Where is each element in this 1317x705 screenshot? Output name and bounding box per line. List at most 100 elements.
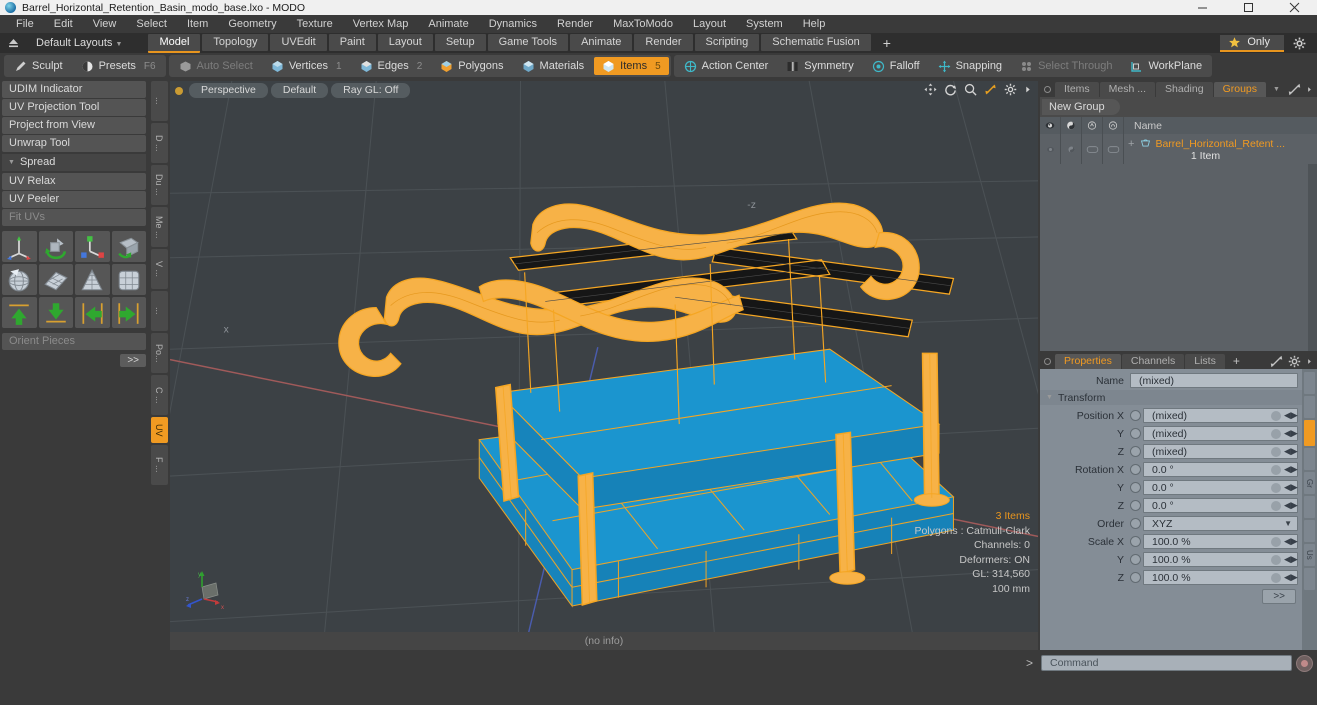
layout-tab-scripting[interactable]: Scripting	[694, 33, 760, 51]
3d-viewport[interactable]: -z x Perspective Default Ray GL: Off 3 I…	[170, 81, 1038, 632]
uv-flip-icon[interactable]	[111, 231, 146, 262]
property-spinner[interactable]: ◀▶	[1284, 428, 1298, 439]
mode-button-snapping[interactable]: Snapping	[930, 57, 1011, 75]
property-knob[interactable]	[1271, 482, 1281, 493]
layout-tab-game-tools[interactable]: Game Tools	[487, 33, 569, 51]
expand-toggle[interactable]: +	[1128, 138, 1134, 150]
property-keyframe-toggle[interactable]	[1130, 500, 1141, 511]
property-keyframe-toggle[interactable]	[1130, 554, 1141, 565]
tool-uv-projection-tool[interactable]: UV Projection Tool	[2, 99, 146, 116]
menu-item-animate[interactable]: Animate	[418, 15, 478, 33]
property-spinner[interactable]: ◀▶	[1284, 536, 1298, 547]
property-spinner[interactable]: ◀▶	[1284, 482, 1298, 493]
left-vtab-UV[interactable]: UV	[150, 417, 168, 443]
select-lock-icon[interactable]	[1103, 117, 1124, 134]
menu-item-help[interactable]: Help	[793, 15, 836, 33]
uv-rotate-icon[interactable]	[38, 231, 73, 262]
panel-menu-dot[interactable]	[1044, 357, 1051, 365]
property-input-y[interactable]: 0.0 ° ◀▶	[1143, 480, 1298, 495]
property-keyframe-toggle[interactable]	[1130, 410, 1141, 421]
properties-more-button[interactable]: >>	[1262, 589, 1296, 604]
name-input[interactable]: (mixed)	[1130, 373, 1298, 388]
menu-item-system[interactable]: System	[736, 15, 793, 33]
properties-vtab-Us[interactable]: Us	[1304, 544, 1315, 566]
property-knob[interactable]	[1271, 500, 1281, 511]
property-input-rotation-x[interactable]: 0.0 ° ◀▶	[1143, 462, 1298, 477]
property-keyframe-toggle[interactable]	[1130, 464, 1141, 475]
align-up-icon[interactable]	[2, 297, 37, 328]
property-input-z[interactable]: 100.0 % ◀▶	[1143, 570, 1298, 585]
property-keyframe-toggle[interactable]	[1130, 572, 1141, 583]
minimize-button[interactable]	[1179, 0, 1225, 15]
mode-button-falloff[interactable]: Falloff	[864, 57, 928, 75]
add-properties-tab-button[interactable]: +	[1226, 354, 1247, 368]
view-mode-dropdown[interactable]: Perspective	[189, 83, 268, 98]
viewport-gear-icon[interactable]	[1004, 83, 1017, 96]
properties-vtab-n2[interactable]	[1304, 420, 1315, 446]
property-knob[interactable]	[1271, 410, 1281, 421]
left-vtab-n5[interactable]: ...	[150, 291, 168, 331]
menu-item-geometry[interactable]: Geometry	[218, 15, 286, 33]
property-keyframe-toggle[interactable]	[1130, 446, 1141, 457]
property-knob[interactable]	[1271, 536, 1281, 547]
groups-tab-mesh-[interactable]: Mesh ...	[1099, 81, 1156, 97]
property-keyframe-toggle[interactable]	[1130, 428, 1141, 439]
maximize-button[interactable]	[1225, 0, 1271, 15]
only-toggle[interactable]: Only	[1220, 34, 1284, 52]
property-knob[interactable]	[1271, 446, 1281, 457]
mode-button-select-through[interactable]: Select Through	[1012, 57, 1120, 75]
menu-item-maxtomodo[interactable]: MaxToModo	[603, 15, 683, 33]
gear-icon[interactable]	[1288, 355, 1301, 368]
properties-vtab-n6[interactable]	[1304, 520, 1315, 542]
property-spinner[interactable]: ◀▶	[1284, 500, 1298, 511]
property-knob[interactable]	[1271, 572, 1281, 583]
row-select-lock-toggle[interactable]	[1103, 134, 1124, 164]
transform-section-header[interactable]: ▼ Transform	[1040, 390, 1302, 405]
left-vtab-C[interactable]: C ...	[150, 375, 168, 415]
chevron-down-icon[interactable]: ▼	[1267, 86, 1286, 93]
left-vtab-Du[interactable]: Du ...	[150, 165, 168, 205]
row-render-toggle[interactable]	[1061, 134, 1082, 164]
property-spinner[interactable]: ◀▶	[1284, 446, 1298, 457]
new-group-button[interactable]: New Group	[1042, 99, 1120, 115]
mode-button-vertices[interactable]: Vertices 1	[263, 57, 350, 75]
tool-udim-indicator[interactable]: UDIM Indicator	[2, 81, 146, 98]
tool-fit-uvs[interactable]: Fit UVs	[2, 209, 146, 226]
left-vtab-D[interactable]: D ...	[150, 123, 168, 163]
visibility-icon[interactable]	[1040, 117, 1061, 134]
property-input-position-x[interactable]: (mixed) ◀▶	[1143, 408, 1298, 423]
default-layouts-dropdown[interactable]: Default Layouts ▼	[26, 37, 130, 49]
property-knob[interactable]	[1271, 554, 1281, 565]
mode-button-action-center[interactable]: Action Center	[676, 57, 777, 75]
groups-tab-groups[interactable]: Groups	[1213, 81, 1267, 97]
property-spinner[interactable]: ◀▶	[1284, 410, 1298, 421]
eject-icon[interactable]	[2, 34, 24, 52]
layout-tab-render[interactable]: Render	[634, 33, 693, 51]
layout-tab-setup[interactable]: Setup	[434, 33, 486, 51]
align-down-icon[interactable]	[38, 297, 73, 328]
property-spinner[interactable]: ◀▶	[1284, 572, 1298, 583]
menu-item-dynamics[interactable]: Dynamics	[479, 15, 547, 33]
property-input-y[interactable]: 100.0 % ◀▶	[1143, 552, 1298, 567]
mode-button-presets[interactable]: Presets F6	[73, 57, 164, 75]
chevron-right-icon[interactable]	[1306, 355, 1313, 368]
command-input[interactable]: Command	[1041, 655, 1292, 671]
property-spinner[interactable]: ◀▶	[1284, 464, 1298, 475]
left-vtab-F[interactable]: F ...	[150, 445, 168, 485]
menu-item-select[interactable]: Select	[126, 15, 177, 33]
uv-move-icon[interactable]	[2, 231, 37, 262]
groups-list-row[interactable]: + Barrel_Horizontal_Retent ... 1 Item	[1040, 134, 1317, 164]
raygl-toggle[interactable]: Ray GL: Off	[331, 83, 411, 98]
mode-button-sculpt[interactable]: Sculpt	[6, 57, 71, 75]
viewport-menu-dot[interactable]	[175, 86, 183, 95]
layout-tab-schematic-fusion[interactable]: Schematic Fusion	[761, 33, 871, 51]
close-button[interactable]	[1271, 0, 1317, 15]
zoom-icon[interactable]	[964, 83, 977, 96]
mode-button-workplane[interactable]: WorkPlane	[1122, 57, 1210, 75]
align-left-icon[interactable]	[75, 297, 110, 328]
property-keyframe-toggle[interactable]	[1130, 482, 1141, 493]
uv-cone-unwrap-icon[interactable]	[75, 264, 110, 295]
row-lock-toggle[interactable]	[1082, 134, 1103, 164]
menu-item-render[interactable]: Render	[547, 15, 603, 33]
group-row-item[interactable]: + Barrel_Horizontal_Retent ...	[1128, 134, 1317, 150]
